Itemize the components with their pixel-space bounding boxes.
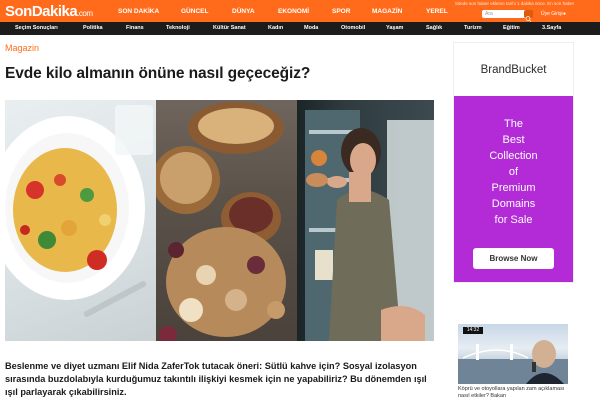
logo-main-text: SonDakika [5, 3, 78, 20]
ad-line: Collection [489, 150, 538, 162]
subnav-turizm[interactable]: Turizm [464, 25, 482, 31]
ad-line: The [504, 118, 523, 130]
search-placeholder: Ara [485, 11, 493, 17]
subnav-moda[interactable]: Moda [304, 25, 318, 31]
top-header-bar: SonDakika.com SON DAKİKA GÜNCEL DÜNYA EK… [0, 0, 600, 22]
ad-body: The Best Collection of Premium Domains f… [454, 96, 573, 282]
subnav-kadin[interactable]: Kadın [268, 25, 283, 31]
article-title: Evde kilo almanın önüne nasıl geçeceğiz? [5, 65, 311, 82]
category-nav-bar: Seçim Sonuçları Politika Finans Teknoloj… [0, 22, 600, 35]
user-icon[interactable]: ● [563, 11, 566, 17]
nav-spor[interactable]: SPOR [332, 8, 350, 15]
subnav-finans[interactable]: Finans [126, 25, 144, 31]
ad-header: BrandBucket [454, 43, 573, 93]
ad-line: Best [502, 134, 525, 146]
article-hero-image [5, 100, 434, 341]
nuts-dried-fruit-photo [152, 100, 297, 341]
ad-brand-name: BrandBucket [480, 64, 547, 76]
ad-line: for Sale [494, 214, 533, 226]
nav-yerel[interactable]: YEREL [426, 8, 448, 15]
article-summary: Beslenme ve diyet uzmanı Elif Nida Zafer… [5, 361, 427, 397]
pasta-bowl-photo [5, 100, 156, 341]
time-badge: 14:32 [463, 327, 483, 334]
ad-line: Domains [491, 198, 536, 210]
search-button[interactable] [524, 10, 533, 22]
logo-suffix-text: .com [77, 9, 93, 18]
nav-ekonomi[interactable]: EKONOMİ [278, 8, 309, 15]
subnav-kultur-sanat[interactable]: Kültür Sanat [213, 25, 246, 31]
subnav-teknoloji[interactable]: Teknoloji [166, 25, 190, 31]
article-category[interactable]: Magazin [5, 43, 39, 53]
advertisement[interactable]: BrandBucket The Best Collection of Premi… [453, 42, 574, 283]
side-news-title[interactable]: Köprü ve otoyollara yapılan zam açıklama… [458, 386, 573, 400]
subnav-3-sayfa[interactable]: 3.Sayfa [542, 25, 561, 31]
nav-guncel[interactable]: GÜNCEL [181, 8, 208, 15]
ad-headline: The Best Collection of Premium Domains f… [454, 116, 573, 228]
nav-son-dakika[interactable]: SON DAKİKA [118, 8, 159, 15]
subnav-saglik[interactable]: Sağlık [426, 25, 442, 31]
nav-magazin[interactable]: MAGAZİN [372, 8, 402, 15]
login-link[interactable]: Üye Girişi [541, 11, 563, 17]
subnav-otomobil[interactable]: Otomobil [341, 25, 365, 31]
subnav-politika[interactable]: Politika [83, 25, 103, 31]
latest-news-notice: Sitede son haber ekleme tarihi 1 dakika … [455, 1, 575, 6]
nav-dunya[interactable]: DÜNYA [232, 8, 255, 15]
side-news-card[interactable]: 14:32 [458, 324, 568, 384]
woman-eating-at-fridge-photo [297, 100, 434, 341]
site-logo[interactable]: SonDakika.com [5, 3, 93, 20]
ad-line: Premium [491, 182, 536, 194]
subnav-egitim[interactable]: Eğitim [503, 25, 520, 31]
subnav-yasam[interactable]: Yaşam [386, 25, 403, 31]
subnav-secim-sonuclari[interactable]: Seçim Sonuçları [15, 25, 58, 31]
ad-browse-button[interactable]: Browse Now [473, 248, 554, 269]
ad-line: of [508, 166, 519, 178]
